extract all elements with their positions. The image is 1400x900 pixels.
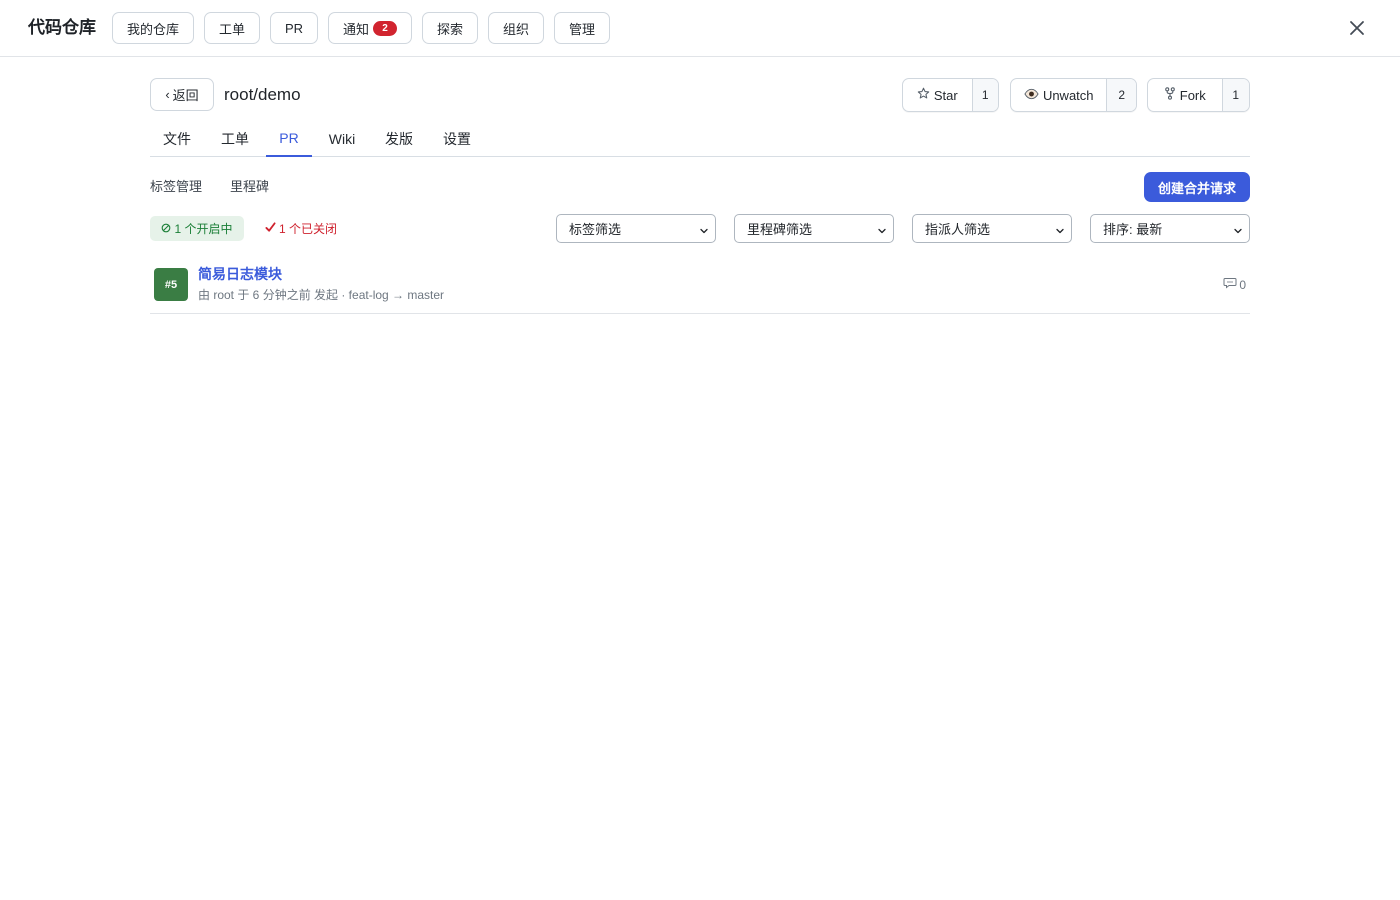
pr-comments[interactable]: 0 — [1223, 277, 1246, 292]
closed-status-label: 1 个已关闭 — [279, 222, 338, 236]
watch-count[interactable]: 2 — [1107, 79, 1136, 111]
notification-count-badge: 2 — [373, 20, 397, 36]
star-label: Star — [933, 87, 958, 103]
watch-label: Unwatch — [1042, 87, 1094, 103]
nav-my-repos-button[interactable]: 我的仓库 — [112, 12, 194, 44]
select-value: 里程碑筛选 — [747, 222, 813, 237]
select-value: 标签筛选 — [569, 222, 622, 237]
pr-comment-count: 0 — [1239, 277, 1246, 292]
pr-meta: 由 root 于 6 分钟之前 发起 · feat-log → master — [198, 288, 445, 302]
fork-button[interactable]: Fork — [1148, 79, 1223, 111]
fork-icon — [1164, 87, 1176, 103]
tab-wiki[interactable]: Wiki — [320, 120, 364, 157]
star-icon — [917, 87, 930, 103]
watch-counter-group: Unwatch 2 — [1010, 78, 1137, 112]
tab-issues[interactable]: 工单 — [212, 120, 258, 157]
fork-label: Fork — [1179, 87, 1206, 103]
create-pull-request-button[interactable]: 创建合并请求 — [1144, 172, 1250, 202]
labels-link[interactable]: 标签管理 — [150, 178, 202, 196]
nav-button-label: 管理 — [568, 21, 595, 37]
assignee-filter-select[interactable]: 指派人筛选 — [912, 214, 1072, 243]
nav-button-label: 通知 — [342, 21, 369, 37]
closed-status-filter[interactable]: 1 个已关闭 — [265, 216, 337, 241]
nav-button-label: 我的仓库 — [126, 21, 179, 37]
tab-pr[interactable]: PR — [266, 120, 312, 157]
top-navigation-bar: 代码仓库 我的仓库 工单 PR 通知 2 探索 组织 管理 — [0, 0, 1400, 57]
open-status-label: 1 个开启中 — [174, 222, 233, 236]
pr-number-badge: #5 — [154, 268, 188, 301]
nav-notifications-button[interactable]: 通知 2 — [328, 12, 412, 44]
chevron-left-icon: ‹ — [165, 87, 170, 102]
chevron-down-icon — [699, 224, 709, 234]
comment-icon — [1223, 277, 1237, 292]
nav-pr-button[interactable]: PR — [270, 12, 318, 44]
eye-icon — [1024, 88, 1039, 103]
select-value: 排序: 最新 — [1103, 222, 1163, 237]
star-counter-group: Star 1 — [902, 78, 999, 112]
back-button[interactable]: ‹ 返回 — [150, 78, 214, 111]
unwatch-button[interactable]: Unwatch — [1011, 79, 1108, 111]
repo-tabs: 文件 工单 PR Wiki 发版 设置 — [150, 120, 1250, 157]
milestone-filter-select[interactable]: 里程碑筛选 — [734, 214, 894, 243]
chevron-down-icon — [1055, 224, 1065, 234]
nav-organizations-button[interactable]: 组织 — [488, 12, 544, 44]
tab-files[interactable]: 文件 — [150, 120, 204, 157]
milestones-link[interactable]: 里程碑 — [230, 178, 269, 196]
nav-button-label: 探索 — [436, 21, 463, 37]
star-button[interactable]: Star — [903, 79, 973, 111]
select-value: 指派人筛选 — [925, 222, 991, 237]
open-status-icon — [161, 222, 171, 236]
nav-issues-button[interactable]: 工单 — [204, 12, 260, 44]
sort-select[interactable]: 排序: 最新 — [1090, 214, 1250, 243]
close-icon[interactable] — [1345, 16, 1369, 40]
label-filter-select[interactable]: 标签筛选 — [556, 214, 716, 243]
star-count[interactable]: 1 — [972, 79, 998, 111]
nav-button-label: 工单 — [218, 21, 245, 37]
fork-counter-group: Fork 1 — [1147, 78, 1250, 112]
chevron-down-icon — [877, 224, 887, 234]
fork-count[interactable]: 1 — [1222, 79, 1249, 111]
tab-releases[interactable]: 发版 — [376, 120, 422, 157]
nav-button-label: PR — [284, 20, 304, 36]
chevron-down-icon — [1233, 224, 1243, 234]
back-button-label: 返回 — [172, 88, 199, 103]
pull-request-row[interactable]: #5 简易日志模块 由 root 于 6 分钟之前 发起 · feat-log … — [150, 258, 1250, 314]
nav-button-label: 组织 — [502, 21, 529, 37]
nav-admin-button[interactable]: 管理 — [554, 12, 610, 44]
app-title: 代码仓库 — [28, 18, 96, 37]
nav-explore-button[interactable]: 探索 — [422, 12, 478, 44]
check-icon — [265, 221, 276, 236]
pr-title-link[interactable]: 简易日志模块 — [198, 266, 282, 283]
repo-name: root/demo — [224, 85, 301, 104]
open-status-filter[interactable]: 1 个开启中 — [150, 216, 244, 241]
tab-settings[interactable]: 设置 — [434, 120, 480, 157]
